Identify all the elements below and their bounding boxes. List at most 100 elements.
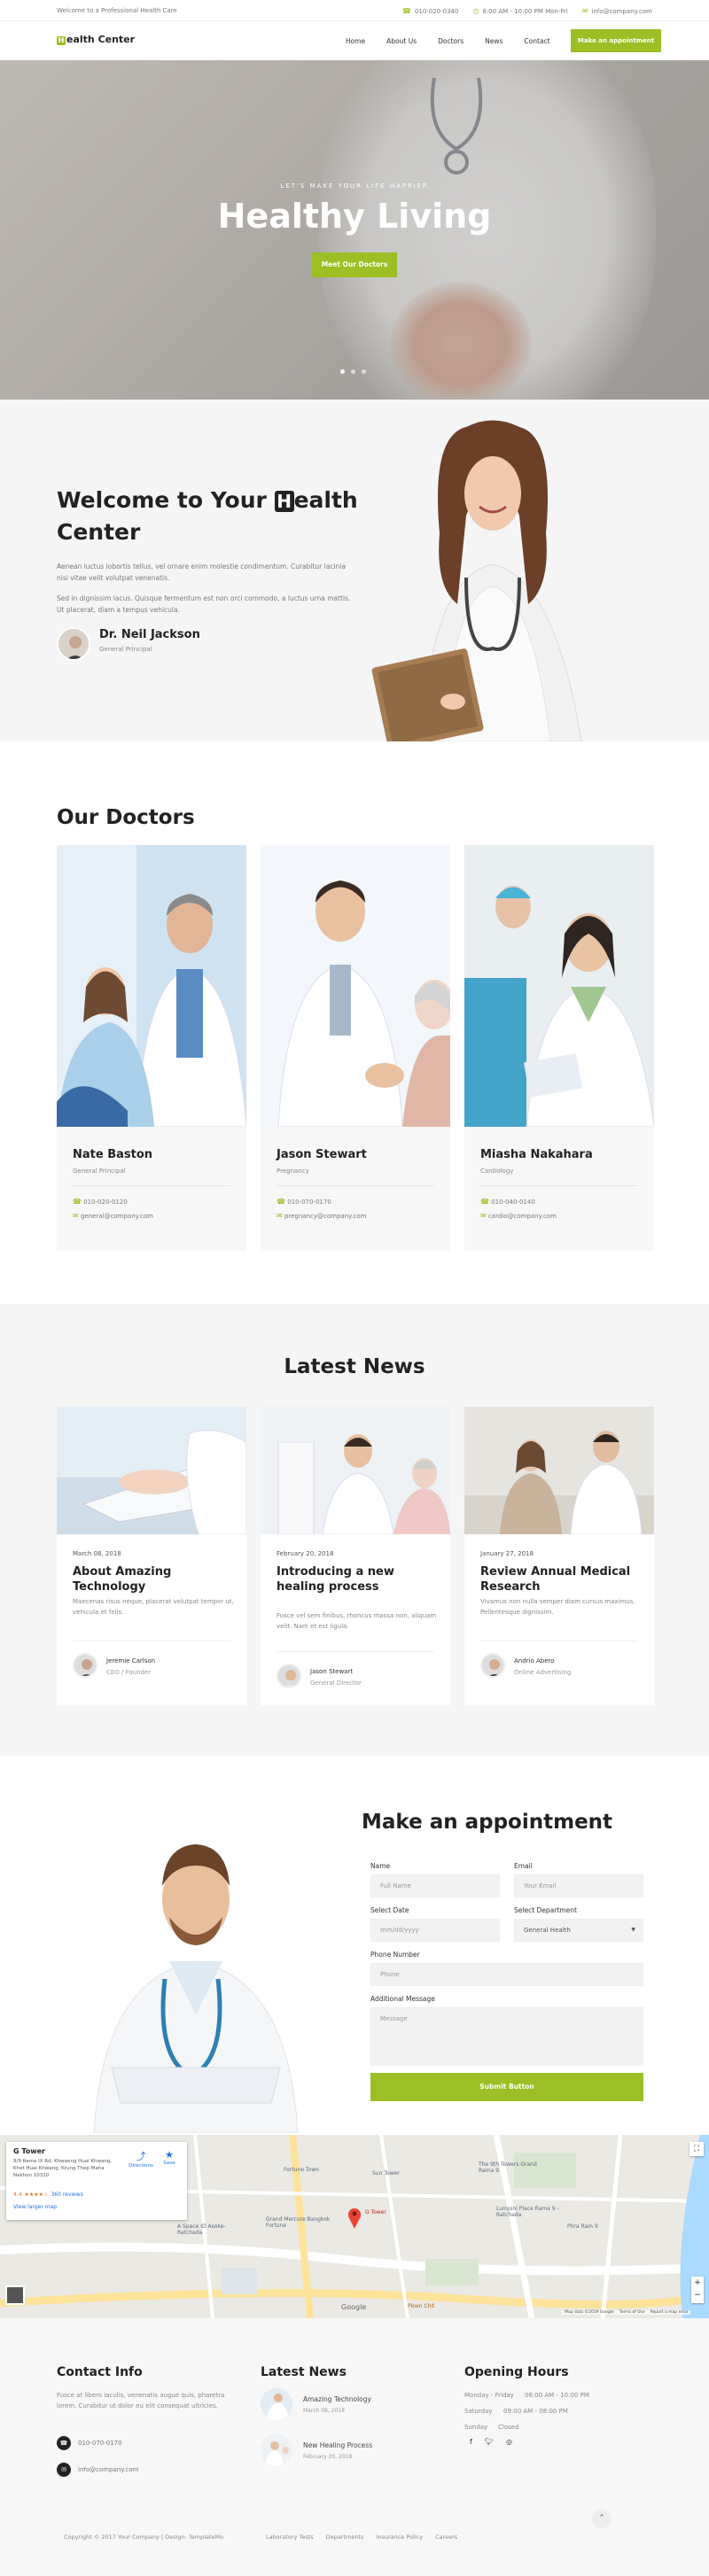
footer-link-insurance-policy[interactable]: Insurance Policy bbox=[376, 2533, 423, 2541]
doctor-phone[interactable]: ☎ 010-040-0140 bbox=[480, 1198, 535, 1206]
doctor-phone[interactable]: ☎ 010-070-0170 bbox=[277, 1198, 331, 1206]
view-larger-map-link[interactable]: View larger map bbox=[13, 2204, 57, 2210]
hours-day: Monday - Friday bbox=[464, 2392, 514, 2399]
make-appointment-button[interactable]: Make an appointment bbox=[571, 29, 661, 52]
topbar-email-text: info@company.com bbox=[591, 7, 652, 15]
envelope-icon: ✉ bbox=[57, 2463, 71, 2477]
doctor-phone[interactable]: ☎ 010-020-0120 bbox=[73, 1198, 128, 1206]
social-links: f 🐦︎ ◎ bbox=[470, 2438, 512, 2446]
report-error-link[interactable]: Report a map error bbox=[651, 2310, 689, 2315]
fullscreen-icon[interactable]: ⛶ bbox=[690, 2142, 704, 2156]
logo[interactable]: Health Center bbox=[57, 34, 135, 45]
footer-phone[interactable]: ☎ 010-070-0170 bbox=[57, 2436, 122, 2450]
map-embed[interactable]: The 9th Towers Grand Rama 9 G Tower Fort… bbox=[0, 2135, 709, 2318]
directions-button[interactable]: ⤴ Directions bbox=[127, 2149, 155, 2169]
name-input[interactable]: Full Name bbox=[370, 1874, 500, 1897]
footer-link-laboratory-tests[interactable]: Laboratory Tests bbox=[266, 2533, 314, 2541]
footer-link-careers[interactable]: Careers bbox=[435, 2533, 457, 2541]
nav-doctors[interactable]: Doctors bbox=[438, 37, 464, 45]
footer-email[interactable]: ✉ info@company.com bbox=[57, 2463, 139, 2477]
doctor-card[interactable]: Nate Baston General Principal ☎ 010-020-… bbox=[57, 845, 246, 1251]
slider-dot-3[interactable] bbox=[362, 369, 366, 374]
twitter-icon[interactable]: 🐦︎ bbox=[485, 2438, 494, 2446]
footer-news-link[interactable]: Amazing Technology bbox=[303, 2395, 371, 2403]
nav-news[interactable]: News bbox=[485, 37, 503, 45]
doctor-photo bbox=[57, 845, 246, 1127]
map-place-name: G Tower bbox=[13, 2147, 46, 2155]
zoom-controls[interactable]: + − bbox=[691, 2277, 704, 2303]
date-label: Select Date bbox=[370, 1906, 409, 1914]
meet-our-doctors-button[interactable]: Meet Our Doctors bbox=[312, 252, 397, 277]
slider-dot-2[interactable] bbox=[351, 369, 355, 374]
hours-day: Sunday bbox=[464, 2424, 488, 2431]
department-select-value: General Health bbox=[524, 1927, 571, 1934]
news-photo bbox=[464, 1407, 654, 1534]
news-description: Fusce vel sem finibus, rhoncus massa non… bbox=[277, 1612, 437, 1630]
opening-hours-title: Opening Hours bbox=[464, 2365, 569, 2379]
topbar-email[interactable]: ✉ info@company.com bbox=[582, 7, 652, 15]
email-label: Email bbox=[514, 1862, 533, 1870]
welcome-title-pre: Welcome to Your bbox=[57, 487, 275, 513]
department-select[interactable]: General Health ▼ bbox=[514, 1919, 643, 1942]
instagram-icon[interactable]: ◎ bbox=[506, 2438, 512, 2446]
topbar-phone-text: 010-020-0340 bbox=[414, 7, 459, 15]
map-data-text: Map data ©2019 Google bbox=[565, 2310, 614, 2315]
email-input[interactable]: Your Email bbox=[514, 1874, 643, 1897]
contact-info-title: Contact Info bbox=[57, 2365, 143, 2379]
footer-news-thumb bbox=[261, 2388, 292, 2420]
footer-link-departments[interactable]: Departments bbox=[326, 2533, 364, 2541]
map-label: The 9th Towers Grand Rama 9 bbox=[479, 2161, 537, 2174]
hours-time: 06:00 AM - 10:00 PM bbox=[525, 2392, 589, 2399]
nav-contact[interactable]: Contact bbox=[524, 37, 549, 45]
news-card[interactable]: February 20, 2018 Introducing a new heal… bbox=[261, 1407, 450, 1705]
doctor-photo bbox=[464, 845, 654, 1127]
doctor-card[interactable]: Jason Stewart Pregnancy ☎ 010-070-0170 ✉… bbox=[261, 845, 450, 1251]
news-card[interactable]: March 08, 2018 About Amazing Technology … bbox=[57, 1407, 246, 1705]
news-title[interactable]: Introducing a new healing process bbox=[277, 1564, 436, 1594]
contact-info-text: Fusce at libero iaculis, venenatis augue… bbox=[57, 2392, 225, 2409]
scroll-to-top-button[interactable]: ⌃ bbox=[592, 2509, 612, 2528]
message-label: Additional Message bbox=[370, 1995, 435, 2003]
save-button[interactable]: ★ Save bbox=[157, 2149, 182, 2166]
footer-news-link[interactable]: New Healing Process bbox=[303, 2441, 372, 2449]
doctor-role: Pregnancy bbox=[277, 1168, 309, 1175]
doctor-role: General Principal bbox=[73, 1168, 126, 1175]
divider bbox=[277, 1651, 434, 1652]
footer-news-thumb bbox=[261, 2434, 292, 2466]
doctor-card[interactable]: Miasha Nakahara Cardiology ☎ 010-040-014… bbox=[464, 845, 654, 1251]
message-textarea[interactable]: Message bbox=[370, 2007, 643, 2066]
news-title[interactable]: About Amazing Technology bbox=[73, 1564, 232, 1594]
clock-icon: ◷ bbox=[472, 7, 479, 15]
nav-about-us[interactable]: About Us bbox=[386, 37, 417, 45]
doctor-email[interactable]: ✉ general@company.com bbox=[73, 1212, 153, 1220]
news-date: February 20, 2018 bbox=[277, 1550, 334, 1557]
map-reviews-link[interactable]: 360 reviews bbox=[51, 2192, 82, 2198]
nav-home[interactable]: Home bbox=[346, 37, 365, 45]
phone-input[interactable]: Phone bbox=[370, 1963, 643, 1986]
news-section-title: Latest News bbox=[284, 1355, 425, 1378]
department-label: Select Department bbox=[514, 1906, 577, 1914]
phone-icon: ☎ bbox=[57, 2436, 71, 2450]
facebook-icon[interactable]: f bbox=[470, 2438, 472, 2446]
map-label: Grand Mercure Bangkok Fortune bbox=[266, 2216, 331, 2229]
topbar-phone[interactable]: ☎ 010-020-0340 bbox=[402, 7, 459, 15]
divider bbox=[73, 1185, 230, 1186]
slider-dot-1[interactable] bbox=[340, 369, 345, 374]
news-description: Maecenas risus neque, placerat volutpat … bbox=[73, 1598, 234, 1616]
news-card[interactable]: January 27, 2018 Review Annual Medical R… bbox=[464, 1407, 654, 1705]
hours-day: Saturday bbox=[464, 2408, 493, 2415]
doctor-email[interactable]: ✉ cardio@company.com bbox=[480, 1212, 557, 1220]
envelope-icon: ✉ bbox=[581, 7, 588, 15]
doctor-email[interactable]: ✉ pregnancy@company.com bbox=[277, 1212, 366, 1220]
terms-link[interactable]: Terms of Use bbox=[619, 2310, 645, 2315]
directions-icon: ⤴ bbox=[136, 2151, 146, 2162]
topbar-hours: ◷ 8:00 AM - 10:00 PM Mon-Fri bbox=[472, 7, 567, 15]
news-title[interactable]: Review Annual Medical Research bbox=[480, 1564, 640, 1594]
zoom-in-icon[interactable]: + bbox=[691, 2277, 704, 2289]
date-input[interactable]: mm/dd/yyyy bbox=[370, 1919, 500, 1942]
submit-button[interactable]: Submit Button bbox=[370, 2073, 643, 2101]
welcome-title-mark: H bbox=[274, 491, 294, 512]
welcome-paragraph-1: Aenean luctus lobortis tellus, vel ornar… bbox=[57, 563, 346, 582]
satellite-toggle[interactable] bbox=[5, 2285, 25, 2305]
zoom-out-icon[interactable]: − bbox=[691, 2289, 704, 2301]
